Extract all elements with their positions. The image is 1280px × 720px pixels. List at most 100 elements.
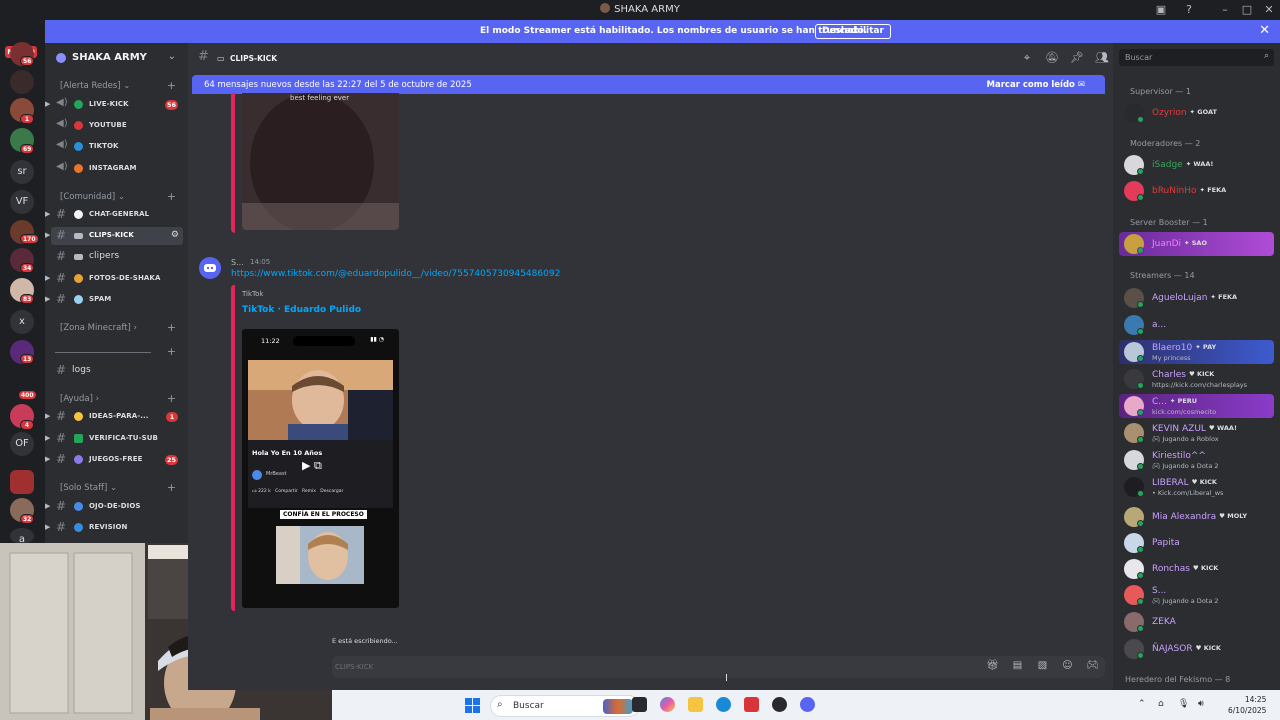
add-channel-icon[interactable]: + (167, 79, 176, 92)
member-item[interactable]: KEVIN AZUL ♥ WAA! 🎮︎ Jugando a Roblox (1119, 421, 1274, 445)
category-alerta-redes[interactable]: [Alerta Redes] ⌄ (60, 81, 130, 91)
member-item[interactable]: ÑAJASOR ♥ KICK (1119, 637, 1274, 661)
category-solo-staff[interactable]: [Solo Staff] ⌄ (60, 483, 117, 493)
task-view-icon[interactable] (632, 697, 647, 712)
channel-ideas[interactable]: ▶ # IDEAS-PARA-... 1 (45, 408, 188, 426)
message-composer[interactable]: CLIPS-KICK 🎁︎ ▤ ▧ ☺ 🎮︎ (332, 656, 1105, 678)
channel-ojo-de-dios[interactable]: ▶ # OJO-DE-DIOS (45, 498, 188, 516)
close-banner-icon[interactable]: ✕ (1259, 23, 1270, 38)
member-item[interactable]: JuanDi ✦ SAO (1119, 232, 1274, 256)
embed-video-thumbnail[interactable]: 11:22 ▮▮ ◔ Hola Yo En 10 Años MrBeast ▶ … (242, 329, 399, 608)
channel-youtube[interactable]: ◀) YOUTUBE (45, 117, 188, 135)
member-item[interactable]: AgueloLujan ✦ FEKA (1119, 286, 1274, 310)
gift-icon[interactable]: 🎁︎ (986, 660, 999, 673)
windows-start-icon[interactable] (465, 698, 480, 713)
server-icon[interactable] (10, 70, 34, 94)
member-status-text: Jugando a Roblox (1162, 435, 1219, 443)
member-status: 🎮︎ Jugando a Roblox (1152, 435, 1219, 443)
new-messages-bar[interactable]: 64 mensajes nuevos desde las 22:27 del 5… (192, 75, 1105, 94)
message-author[interactable]: S... (231, 258, 244, 267)
minimize-icon[interactable]: – (1218, 3, 1232, 17)
tray-overflow-icon[interactable]: ⌃ (1138, 699, 1146, 709)
member-item[interactable]: Ozyrion ✦ GOAT (1119, 101, 1274, 125)
channel-settings-icon[interactable]: ⚙ (171, 230, 179, 240)
channel-verifica-tu-sub[interactable]: ▶ # VERIFICA-TU-SUB (45, 430, 188, 448)
add-channel-icon[interactable]: + (167, 190, 176, 203)
member-item[interactable]: a... (1119, 313, 1274, 337)
member-item[interactable]: ZEKA (1119, 610, 1274, 634)
play-icon[interactable]: ▶ ⧉ (302, 459, 322, 473)
server-icon[interactable]: OF (10, 432, 34, 456)
taskbar-search-input[interactable]: ⌕ Buscar (490, 695, 640, 717)
embed-video-thumbnail[interactable]: best feeling ever (242, 93, 399, 230)
member-item[interactable]: Blaero10 ✦ PAY My princess (1119, 340, 1274, 364)
add-channel-icon[interactable]: + (167, 321, 176, 334)
threads-icon[interactable]: ⌖ (1020, 51, 1034, 65)
channel-fotos-de-shaka[interactable]: ▶ # FOTOS-DE-SHAKA (45, 270, 188, 288)
add-channel-icon[interactable]: + (167, 345, 176, 358)
member-item[interactable]: Papita (1119, 531, 1274, 555)
category-zona-minecraft[interactable]: [Zona Minecraft] › (60, 323, 137, 333)
office-app-icon[interactable] (744, 697, 759, 712)
disable-streamer-button[interactable]: Deshabilitar (815, 24, 891, 39)
spam-icon (74, 295, 83, 304)
member-item[interactable]: Ronchas ♥ KICK (1119, 557, 1274, 581)
member-item[interactable]: S... 🎮︎ Jugando a Dota 2 (1119, 583, 1274, 607)
server-icon[interactable]: a (10, 528, 34, 544)
pin-icon[interactable]: 📌︎ (1070, 51, 1084, 65)
mute-bell-icon[interactable]: 🔕︎ (1045, 51, 1059, 65)
member-item[interactable]: Charles ♥ KICK https://kick.com/charlespl… (1119, 367, 1274, 391)
discord-taskbar-icon[interactable] (800, 697, 815, 712)
volume-icon[interactable]: 🔊︎ (1198, 699, 1204, 709)
edge-browser-icon[interactable] (716, 697, 731, 712)
help-icon[interactable]: ? (1182, 3, 1196, 17)
inbox-icon[interactable]: ▣ (1154, 3, 1168, 17)
category-comunidad[interactable]: [Comunidad] ⌄ (60, 192, 125, 202)
member-item[interactable]: C... ✦ PERU kick.com/cosmecito (1119, 394, 1274, 418)
gif-icon[interactable]: ▤ (1011, 660, 1024, 673)
server-icon[interactable]: sr (10, 160, 34, 184)
members-icon[interactable]: 👥︎ (1095, 51, 1109, 65)
channel-live-kick[interactable]: ▶ ◀) LIVE-KICK 56 (45, 96, 188, 114)
obs-studio-icon[interactable] (772, 697, 787, 712)
copilot-icon[interactable] (660, 697, 675, 712)
taskbar-clock[interactable]: 14:25 6/10/2025 (1228, 694, 1266, 716)
network-icon[interactable]: ⌂ (1158, 699, 1164, 709)
channel-tiktok[interactable]: ◀) TIKTOK (45, 138, 188, 156)
server-header[interactable]: SHAKA ARMY ⌄ (45, 43, 188, 73)
maximize-icon[interactable]: □ (1240, 3, 1254, 17)
mark-as-read-button[interactable]: Marcar como leído ✉ (987, 80, 1085, 90)
channel-logs[interactable]: # logs (45, 362, 188, 380)
channel-clipers[interactable]: # clipers (45, 248, 188, 266)
file-explorer-icon[interactable] (688, 697, 703, 712)
member-item[interactable]: Kiriestilo^^ 🎮︎ Jugando a Dota 2 (1119, 448, 1274, 472)
add-channel-icon[interactable]: + (167, 481, 176, 494)
server-icon[interactable]: x (10, 310, 34, 334)
hash-icon: # (56, 452, 67, 466)
sticker-icon[interactable]: ▧ (1036, 660, 1049, 673)
orange-circle-icon (74, 164, 83, 173)
channel-juegos-free[interactable]: ▶ # JUEGOS-FREE 25 (45, 451, 188, 469)
channel-chat-general[interactable]: ▶ # CHAT-GENERAL (45, 206, 188, 224)
tiktok-link[interactable]: https://www.tiktok.com/@eduardopulido__/… (231, 269, 560, 279)
microphone-icon[interactable]: 🎙︎ (1178, 699, 1189, 709)
chevron-down-icon[interactable]: ⌄ (168, 51, 176, 62)
category-ayuda[interactable]: [Ayuda] › (60, 394, 99, 404)
emoji-icon[interactable]: ☺ (1061, 660, 1074, 673)
search-input[interactable]: Buscar ⌕ (1119, 49, 1274, 66)
close-window-icon[interactable]: ✕ (1262, 3, 1276, 17)
member-item[interactable]: bRuNinHo ✦ FEKA (1119, 179, 1274, 203)
user-avatar[interactable] (199, 257, 221, 279)
channel-clips-kick[interactable]: ▶ # CLIPS-KICK ⚙ (45, 227, 183, 245)
channel-revision[interactable]: ▶ # REVISION (45, 519, 188, 537)
activity-icon[interactable]: 🎮︎ (1086, 660, 1099, 673)
server-icon[interactable] (10, 470, 34, 494)
add-channel-icon[interactable]: + (167, 392, 176, 405)
channel-spam[interactable]: ▶ # SPAM (45, 291, 188, 309)
server-icon[interactable]: VF (10, 190, 34, 214)
member-item[interactable]: Mia Alexandra ♥ MOLY (1119, 505, 1274, 529)
member-item[interactable]: LIBERAL ♥ KICK • Kick.com/Liberal_ws (1119, 475, 1274, 499)
member-item[interactable]: iSadge ✦ WAA! (1119, 153, 1274, 177)
embed-title[interactable]: TikTok · Eduardo Pulido (242, 305, 361, 315)
channel-instagram[interactable]: ◀) INSTAGRAM (45, 160, 188, 178)
